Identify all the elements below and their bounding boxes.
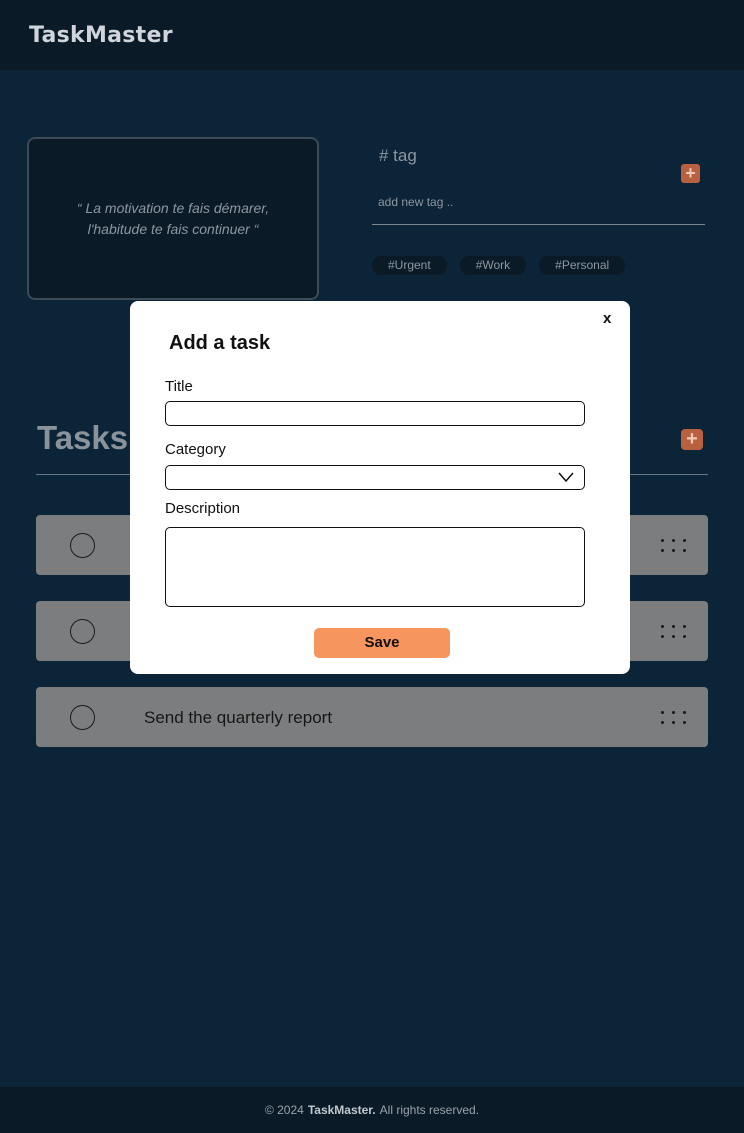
add-tag-button[interactable]: + <box>681 164 700 183</box>
drag-handle-icon[interactable] <box>661 711 687 725</box>
description-textarea[interactable] <box>165 527 585 607</box>
footer-brand: TaskMaster. <box>307 1103 376 1117</box>
tag-chip-personal[interactable]: #Personal <box>539 256 626 275</box>
task-row[interactable]: Send the quarterly report <box>36 687 708 747</box>
task-checkbox[interactable] <box>70 533 95 558</box>
tag-panel-title: # tag <box>379 146 417 165</box>
close-button[interactable]: x <box>603 310 611 327</box>
save-button[interactable]: Save <box>314 628 450 658</box>
tasks-title: Tasks <box>37 419 129 456</box>
footer-rights: All rights reserved. <box>379 1103 480 1117</box>
modal-title: Add a task <box>169 332 271 354</box>
tag-chip-urgent[interactable]: #Urgent <box>372 256 447 275</box>
tag-input[interactable]: add new tag .. <box>378 195 453 209</box>
task-checkbox[interactable] <box>70 705 95 730</box>
title-input[interactable] <box>165 401 585 426</box>
category-select[interactable] <box>165 465 585 490</box>
quote-card: “ La motivation te fais démarer, l'habit… <box>27 137 319 300</box>
tag-list: #Urgent #Work #Personal <box>372 256 626 275</box>
task-checkbox[interactable] <box>70 619 95 644</box>
footer-copyright: © 2024 <box>264 1103 304 1117</box>
quote-text: “ La motivation te fais démarer, l'habit… <box>76 199 270 237</box>
drag-handle-icon[interactable] <box>661 625 687 639</box>
title-label: Title <box>165 378 193 395</box>
tag-input-underline <box>372 224 705 225</box>
footer: © 2024 TaskMaster. All rights reserved. <box>0 1087 744 1133</box>
description-label: Description <box>165 500 241 517</box>
header: TaskMaster <box>0 0 744 70</box>
task-title: Send the quarterly report <box>144 708 333 727</box>
drag-handle-icon[interactable] <box>661 539 687 553</box>
chevron-down-icon <box>558 472 574 483</box>
add-task-modal: x Add a task Title Category Description … <box>130 301 630 674</box>
tag-chip-work[interactable]: #Work <box>459 256 527 275</box>
app-logo[interactable]: TaskMaster <box>29 23 173 48</box>
category-label: Category <box>165 441 226 458</box>
add-task-button[interactable]: + <box>681 429 703 450</box>
